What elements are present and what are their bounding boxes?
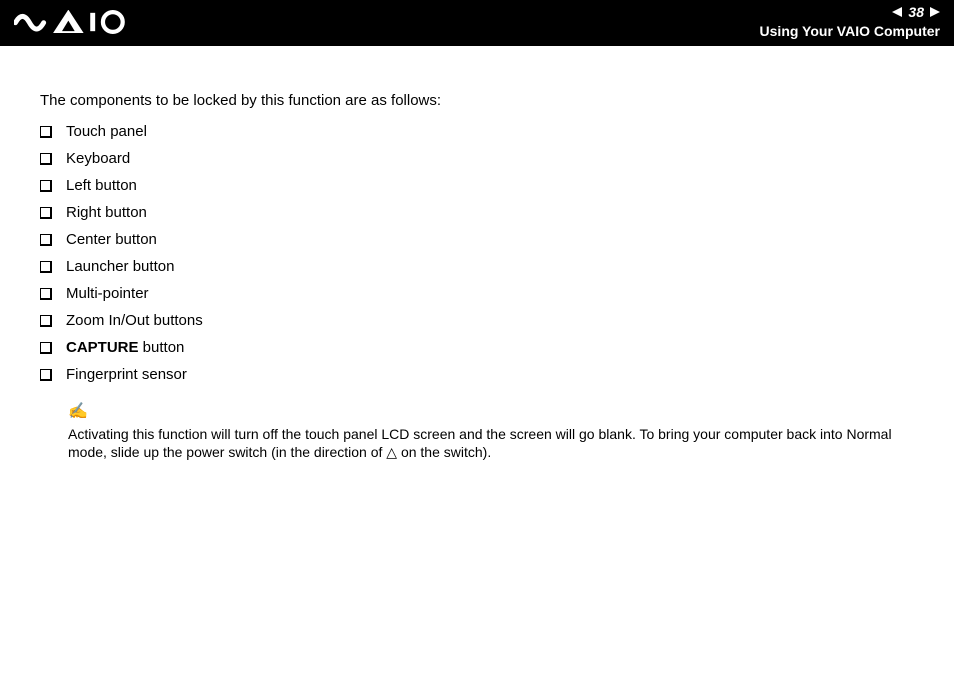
note-icon: ✍ [68,401,914,423]
bullet-icon [40,261,52,273]
list-item: Multi-pointer [40,285,914,302]
list-item-label: CAPTURE button [66,339,184,356]
bullet-icon [40,288,52,300]
note-text: Activating this function will turn off t… [68,425,914,463]
list-item-label: Touch panel [66,123,147,140]
triangle-icon: △ [386,443,397,462]
list-item-label: Zoom In/Out buttons [66,312,203,329]
bullet-icon [40,207,52,219]
bullet-icon [40,342,52,354]
bullet-icon [40,153,52,165]
bullet-icon [40,180,52,192]
prev-page-icon[interactable] [892,7,902,17]
vaio-logo [14,10,155,34]
list-item: Launcher button [40,258,914,275]
list-item-label: Multi-pointer [66,285,149,302]
list-item-label: Fingerprint sensor [66,366,187,383]
page-content: The components to be locked by this func… [0,46,954,462]
page-header: 38 Using Your VAIO Computer [0,0,954,46]
list-item: Right button [40,204,914,221]
page-navigation: 38 [760,4,940,21]
page-number: 38 [908,4,924,21]
bullet-icon [40,126,52,138]
bullet-icon [40,369,52,381]
list-item-label: Keyboard [66,150,130,167]
section-title: Using Your VAIO Computer [760,23,940,40]
list-item-label: Left button [66,177,137,194]
note-block: ✍ Activating this function will turn off… [68,401,914,462]
list-item-label: Launcher button [66,258,174,275]
list-item: Center button [40,231,914,248]
list-item: CAPTURE button [40,339,914,356]
list-item: Zoom In/Out buttons [40,312,914,329]
list-item-label: Center button [66,231,157,248]
bullet-icon [40,234,52,246]
list-item: Keyboard [40,150,914,167]
list-item: Touch panel [40,123,914,140]
list-item: Fingerprint sensor [40,366,914,383]
next-page-icon[interactable] [930,7,940,17]
intro-text: The components to be locked by this func… [40,92,914,109]
components-list: Touch panel Keyboard Left button Right b… [40,123,914,383]
bullet-icon [40,315,52,327]
list-item-label: Right button [66,204,147,221]
list-item: Left button [40,177,914,194]
